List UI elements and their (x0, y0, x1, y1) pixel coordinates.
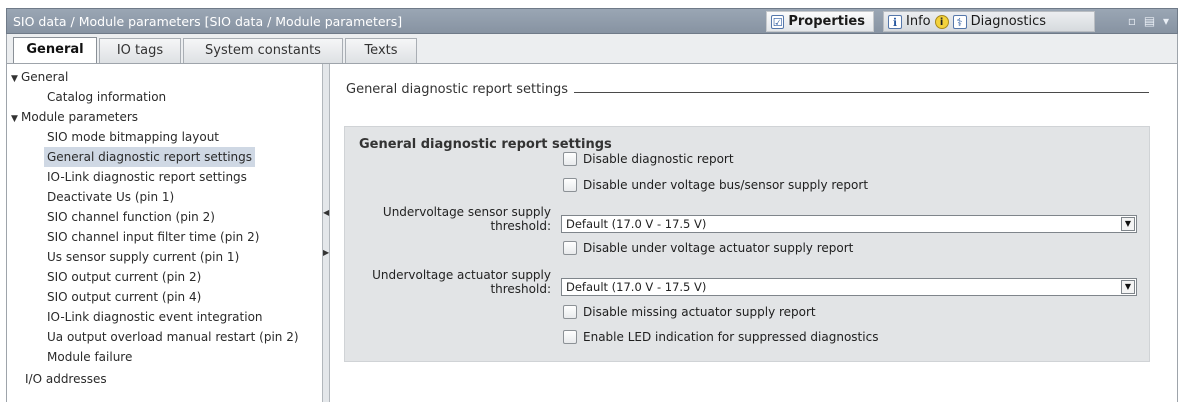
uv-actuator-threshold-select[interactable]: Default (17.0 V - 17.5 V) ▼ (561, 278, 1137, 296)
expand-right-icon[interactable]: ▶ (323, 248, 329, 258)
tab-io-tags[interactable]: IO tags (99, 38, 181, 64)
dropdown-arrow-icon[interactable]: ▼ (1121, 280, 1135, 294)
properties-label: Properties (788, 14, 865, 29)
label-line-2: threshold: (490, 219, 551, 233)
disable-diagnostic-report-option[interactable]: Disable diagnostic report (563, 150, 734, 168)
section-header: General diagnostic report settings (346, 82, 575, 97)
tree-node-module-parameters[interactable]: ▼ Module parameters (11, 107, 138, 127)
label-line-1: Undervoltage actuator supply (372, 268, 551, 282)
disable-diagnostic-report-checkbox[interactable] (563, 152, 577, 166)
expand-arrow-icon[interactable]: ▼ (11, 69, 21, 89)
select-value: Default (17.0 V - 17.5 V) (566, 217, 707, 231)
tree-item-catalog-information[interactable]: Catalog information (47, 87, 166, 107)
checkbox-label: Disable diagnostic report (583, 152, 734, 166)
checkbox-label: Enable LED indication for suppressed dia… (583, 330, 879, 344)
tree-item-sio-mode-bitmapping[interactable]: SIO mode bitmapping layout (47, 127, 219, 147)
tree-item-sio-input-filter[interactable]: SIO channel input filter time (pin 2) (47, 227, 259, 247)
disable-uv-actuator-report-option[interactable]: Disable under voltage actuator supply re… (563, 239, 853, 257)
tree-node-general[interactable]: ▼ General (11, 67, 68, 87)
tree-label: Module parameters (21, 110, 139, 124)
tab-general[interactable]: General (13, 37, 97, 64)
window-title: SIO data / Module parameters [SIO data /… (13, 14, 403, 29)
navigation-tree: ▼ General Catalog information ▼ Module par… (6, 64, 322, 402)
label-line-1: Undervoltage sensor supply (382, 205, 551, 219)
tree-label: General (21, 70, 69, 84)
tree-item-sio-output-pin4[interactable]: SIO output current (pin 4) (47, 287, 201, 307)
expand-arrow-icon[interactable]: ▼ (11, 109, 21, 129)
window-tools-icon[interactable]: ▫ ▤ ▾ (1128, 14, 1171, 28)
tree-item-module-failure[interactable]: Module failure (47, 347, 132, 367)
disable-missing-actuator-option[interactable]: Disable missing actuator supply report (563, 303, 816, 321)
dropdown-arrow-icon[interactable]: ▼ (1121, 217, 1135, 231)
tree-item-sio-channel-function[interactable]: SIO channel function (pin 2) (47, 207, 215, 227)
tree-item-us-sensor-current[interactable]: Us sensor supply current (pin 1) (47, 247, 239, 267)
diagnostics-label[interactable]: Diagnostics (971, 14, 1046, 29)
tree-item-general-diagnostic-selected[interactable]: General diagnostic report settings (44, 147, 255, 167)
disable-missing-actuator-checkbox[interactable] (563, 305, 577, 319)
tab-strip: General IO tags System constants Texts (6, 34, 1178, 64)
properties-content: General diagnostic report settings Gener… (330, 64, 1178, 402)
disable-uv-actuator-report-checkbox[interactable] (563, 241, 577, 255)
diagnostics-icon[interactable]: ⚕ (952, 14, 967, 29)
info-diagnostics-tabs: ℹ Info i ⚕ Diagnostics (883, 11, 1095, 32)
checkbox-label: Disable missing actuator supply report (583, 305, 816, 319)
label-line-2: threshold: (490, 282, 551, 296)
enable-led-indication-option[interactable]: Enable LED indication for suppressed dia… (563, 328, 878, 346)
tree-item-io-link-event-integration[interactable]: IO-Link diagnostic event integration (47, 307, 263, 327)
tree-item-deactivate-us[interactable]: Deactivate Us (pin 1) (47, 187, 174, 207)
disable-uv-bus-report-checkbox[interactable] (563, 178, 577, 192)
info-icon[interactable]: ℹ (888, 14, 902, 29)
uv-sensor-threshold-label: Undervoltage sensor supply threshold: (383, 205, 551, 233)
tree-item-io-addresses[interactable]: I/O addresses (25, 369, 107, 389)
pane-splitter[interactable]: ◀ ▶ (322, 64, 330, 402)
uv-actuator-threshold-label: Undervoltage actuator supply threshold: (372, 268, 551, 296)
inspector-title-bar: SIO data / Module parameters [SIO data /… (6, 8, 1178, 34)
tree-item-io-link-diagnostic[interactable]: IO-Link diagnostic report settings (47, 167, 247, 187)
tree-item-sio-output-pin2[interactable]: SIO output current (pin 2) (47, 267, 201, 287)
select-value: Default (17.0 V - 17.5 V) (566, 280, 707, 294)
checkbox-label: Disable under voltage actuator supply re… (583, 241, 854, 255)
disable-uv-bus-report-option[interactable]: Disable under voltage bus/sensor supply … (563, 176, 868, 194)
info-badge-icon: i (934, 14, 949, 29)
properties-icon: ☑ (771, 14, 785, 29)
uv-sensor-threshold-select[interactable]: Default (17.0 V - 17.5 V) ▼ (561, 215, 1137, 233)
diagnostic-settings-panel: General diagnostic report settings Disab… (344, 126, 1150, 362)
tab-texts[interactable]: Texts (345, 38, 417, 64)
enable-led-indication-checkbox[interactable] (563, 330, 577, 344)
collapse-left-icon[interactable]: ◀ (323, 208, 329, 218)
tab-system-constants[interactable]: System constants (183, 38, 343, 64)
checkbox-label: Disable under voltage bus/sensor supply … (583, 178, 869, 192)
properties-tab[interactable]: ☑ Properties (766, 11, 874, 32)
info-label[interactable]: Info (906, 14, 931, 29)
tree-item-ua-overload-restart[interactable]: Ua output overload manual restart (pin 2… (47, 327, 299, 347)
